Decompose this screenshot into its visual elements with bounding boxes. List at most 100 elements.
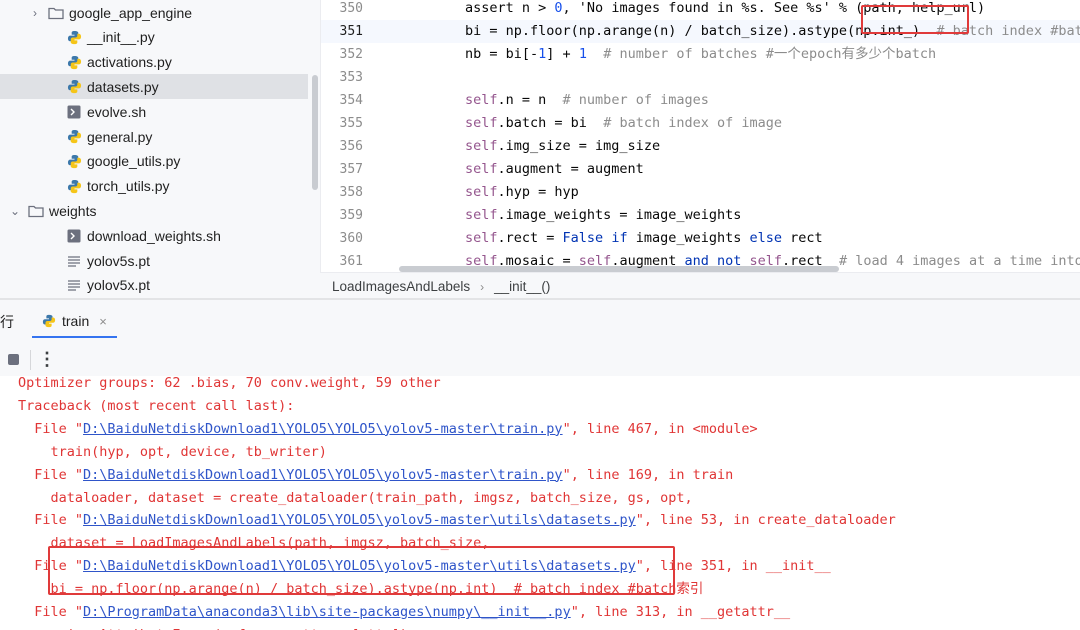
file-path-link[interactable]: D:\BaiduNetdiskDownload1\YOLO5\YOLO5\yol… — [83, 512, 636, 528]
chevron-right-icon: › — [480, 279, 485, 294]
python-icon — [66, 79, 82, 95]
tree-item-label: weights — [49, 202, 97, 219]
console-line: train(hyp, opt, device, tb_writer) — [18, 443, 327, 460]
code-text: bi = np.floor(np.arange(n) / batch_size)… — [465, 23, 1080, 39]
more-options-icon[interactable]: ⋮ — [38, 346, 56, 372]
code-text: self.n = n # number of images — [465, 92, 709, 108]
code-editor[interactable]: 350 assert n > 0, 'No images found in %s.… — [320, 0, 1080, 272]
code-line[interactable]: 358 self.hyp = hyp — [321, 181, 1080, 204]
run-toolbar: ⋮ — [0, 342, 1080, 376]
toolbar-separator — [30, 350, 31, 370]
tree-item[interactable]: yolov5s.pt — [0, 248, 308, 273]
tree-item-label: datasets.py — [87, 78, 159, 95]
code-text: self.mosaic = self.augment and not self.… — [465, 253, 1080, 269]
console-line: raise AttributeError(__former_attrs__[at… — [18, 624, 1080, 630]
console-line: File "D:\BaiduNetdiskDownload1\YOLO5\YOL… — [18, 418, 1080, 441]
code-text: self.rect = False if image_weights else … — [465, 230, 823, 246]
tree-scrollbar[interactable] — [312, 75, 318, 190]
console-line-suffix: ", line 53, in create_dataloader — [635, 512, 896, 529]
shell-icon — [66, 104, 82, 120]
console-line-prefix: File " — [18, 420, 84, 437]
tree-item[interactable]: __init__.py — [0, 25, 308, 50]
tree-item[interactable]: datasets.py — [0, 74, 308, 100]
tree-item-label: download_weights.sh — [87, 227, 221, 244]
console-line: File "D:\ProgramData\anaconda3\lib\site-… — [18, 601, 1080, 624]
code-text: self.augment = augment — [465, 161, 644, 177]
file-path-link[interactable]: D:\BaiduNetdiskDownload1\YOLO5\YOLO5\yol… — [83, 421, 563, 437]
code-line[interactable]: 357 self.augment = augment — [321, 158, 1080, 181]
stop-icon[interactable] — [8, 354, 19, 365]
tree-item[interactable]: ⌄ weights — [0, 198, 308, 223]
tree-item[interactable]: activations.py — [0, 50, 308, 75]
console-line: File "D:\BaiduNetdiskDownload1\YOLO5\YOL… — [18, 509, 1080, 532]
folder-icon — [48, 5, 64, 21]
code-text: self.batch = bi # batch index of image — [465, 115, 782, 131]
code-line[interactable]: 359 self.image_weights = image_weights — [321, 204, 1080, 227]
tree-item-label: general.py — [87, 128, 153, 145]
python-icon — [66, 54, 82, 70]
tree-item-label: google_app_engine — [69, 4, 193, 21]
code-line[interactable]: 361 self.mosaic = self.augment and not se… — [321, 250, 1080, 272]
code-text: self.img_size = img_size — [465, 138, 661, 154]
line-number: 358 — [339, 185, 363, 200]
line-number: 359 — [339, 208, 363, 223]
tree-item-label: yolov5x.pt — [87, 277, 151, 294]
console-line-suffix: ", line 169, in train — [562, 466, 734, 483]
tree-item-label: evolve.sh — [87, 103, 147, 120]
tab-train-label: train — [62, 313, 90, 329]
code-line[interactable]: 353 — [321, 66, 1080, 89]
line-number: 352 — [339, 47, 363, 62]
tree-item[interactable]: general.py — [0, 124, 308, 149]
console-line-prefix: File " — [18, 466, 84, 483]
tree-item[interactable]: yolov5x.pt — [0, 273, 308, 298]
line-number: 360 — [339, 231, 363, 246]
breadcrumb-class[interactable]: LoadImagesAndLabels — [332, 279, 470, 294]
code-line[interactable]: 352 nb = bi[-1] + 1 # number of batches #… — [321, 43, 1080, 66]
tree-item-label: __init__.py — [87, 29, 155, 46]
close-icon[interactable]: × — [99, 314, 107, 329]
console-line-suffix: ", line 313, in __getattr__ — [570, 604, 791, 620]
code-line[interactable]: 355 self.batch = bi # batch index of imag… — [321, 112, 1080, 135]
line-number: 351 — [339, 24, 363, 39]
highlight-box-traceback — [48, 546, 675, 595]
tree-item[interactable]: torch_utils.py — [0, 174, 308, 199]
tree-item[interactable]: download_weights.sh — [0, 223, 308, 248]
python-icon — [66, 29, 82, 45]
chevron-down-icon[interactable]: ⌄ — [8, 204, 22, 218]
code-text: nb = bi[-1] + 1 # number of batches #一个e… — [465, 46, 937, 62]
shell-icon — [66, 228, 82, 244]
run-panel-header: 行 train × — [0, 300, 1080, 342]
file-path-link[interactable]: D:\ProgramData\anaconda3\lib\site-packag… — [83, 604, 571, 620]
code-line[interactable]: 360 self.rect = False if image_weights el… — [321, 227, 1080, 250]
line-number: 361 — [339, 254, 363, 269]
highlight-box-np-int — [861, 5, 969, 34]
tree-item-label: google_utils.py — [87, 153, 181, 170]
text-file-icon — [66, 253, 82, 269]
console-line-prefix: File " — [18, 512, 84, 529]
code-line[interactable]: 354 self.n = n # number of images — [321, 89, 1080, 112]
tree-item[interactable]: evolve.sh — [0, 99, 308, 124]
tree-item-label: torch_utils.py — [87, 178, 170, 195]
python-icon — [66, 153, 82, 169]
console-line: Optimizer groups: 62 .bias, 70 conv.weig… — [18, 376, 441, 391]
chevron-right-icon[interactable]: › — [28, 6, 42, 20]
tree-item[interactable]: › google_app_engine — [0, 0, 308, 25]
folder-icon — [28, 203, 44, 219]
tree-item-label: activations.py — [87, 54, 172, 71]
editor-breadcrumb: LoadImagesAndLabels › __init__() — [320, 272, 1080, 300]
console-line: dataloader, dataset = create_dataloader(… — [18, 489, 693, 506]
python-icon — [66, 129, 82, 145]
line-number: 350 — [339, 1, 363, 16]
file-path-link[interactable]: D:\BaiduNetdiskDownload1\YOLO5\YOLO5\yol… — [83, 467, 563, 483]
code-line[interactable]: 356 self.img_size = img_size — [321, 135, 1080, 158]
run-console[interactable]: Optimizer groups: 62 .bias, 70 conv.weig… — [0, 376, 1080, 630]
line-number: 356 — [339, 139, 363, 154]
code-text: self.hyp = hyp — [465, 184, 579, 200]
breadcrumb-method[interactable]: __init__() — [494, 279, 550, 294]
tab-train[interactable]: train × — [32, 306, 117, 338]
tree-item[interactable]: google_utils.py — [0, 149, 308, 174]
console-line: File "D:\BaiduNetdiskDownload1\YOLO5\YOL… — [18, 464, 1080, 487]
line-number: 353 — [339, 70, 363, 85]
line-number: 355 — [339, 116, 363, 131]
console-line: Traceback (most recent call last): — [18, 397, 295, 414]
